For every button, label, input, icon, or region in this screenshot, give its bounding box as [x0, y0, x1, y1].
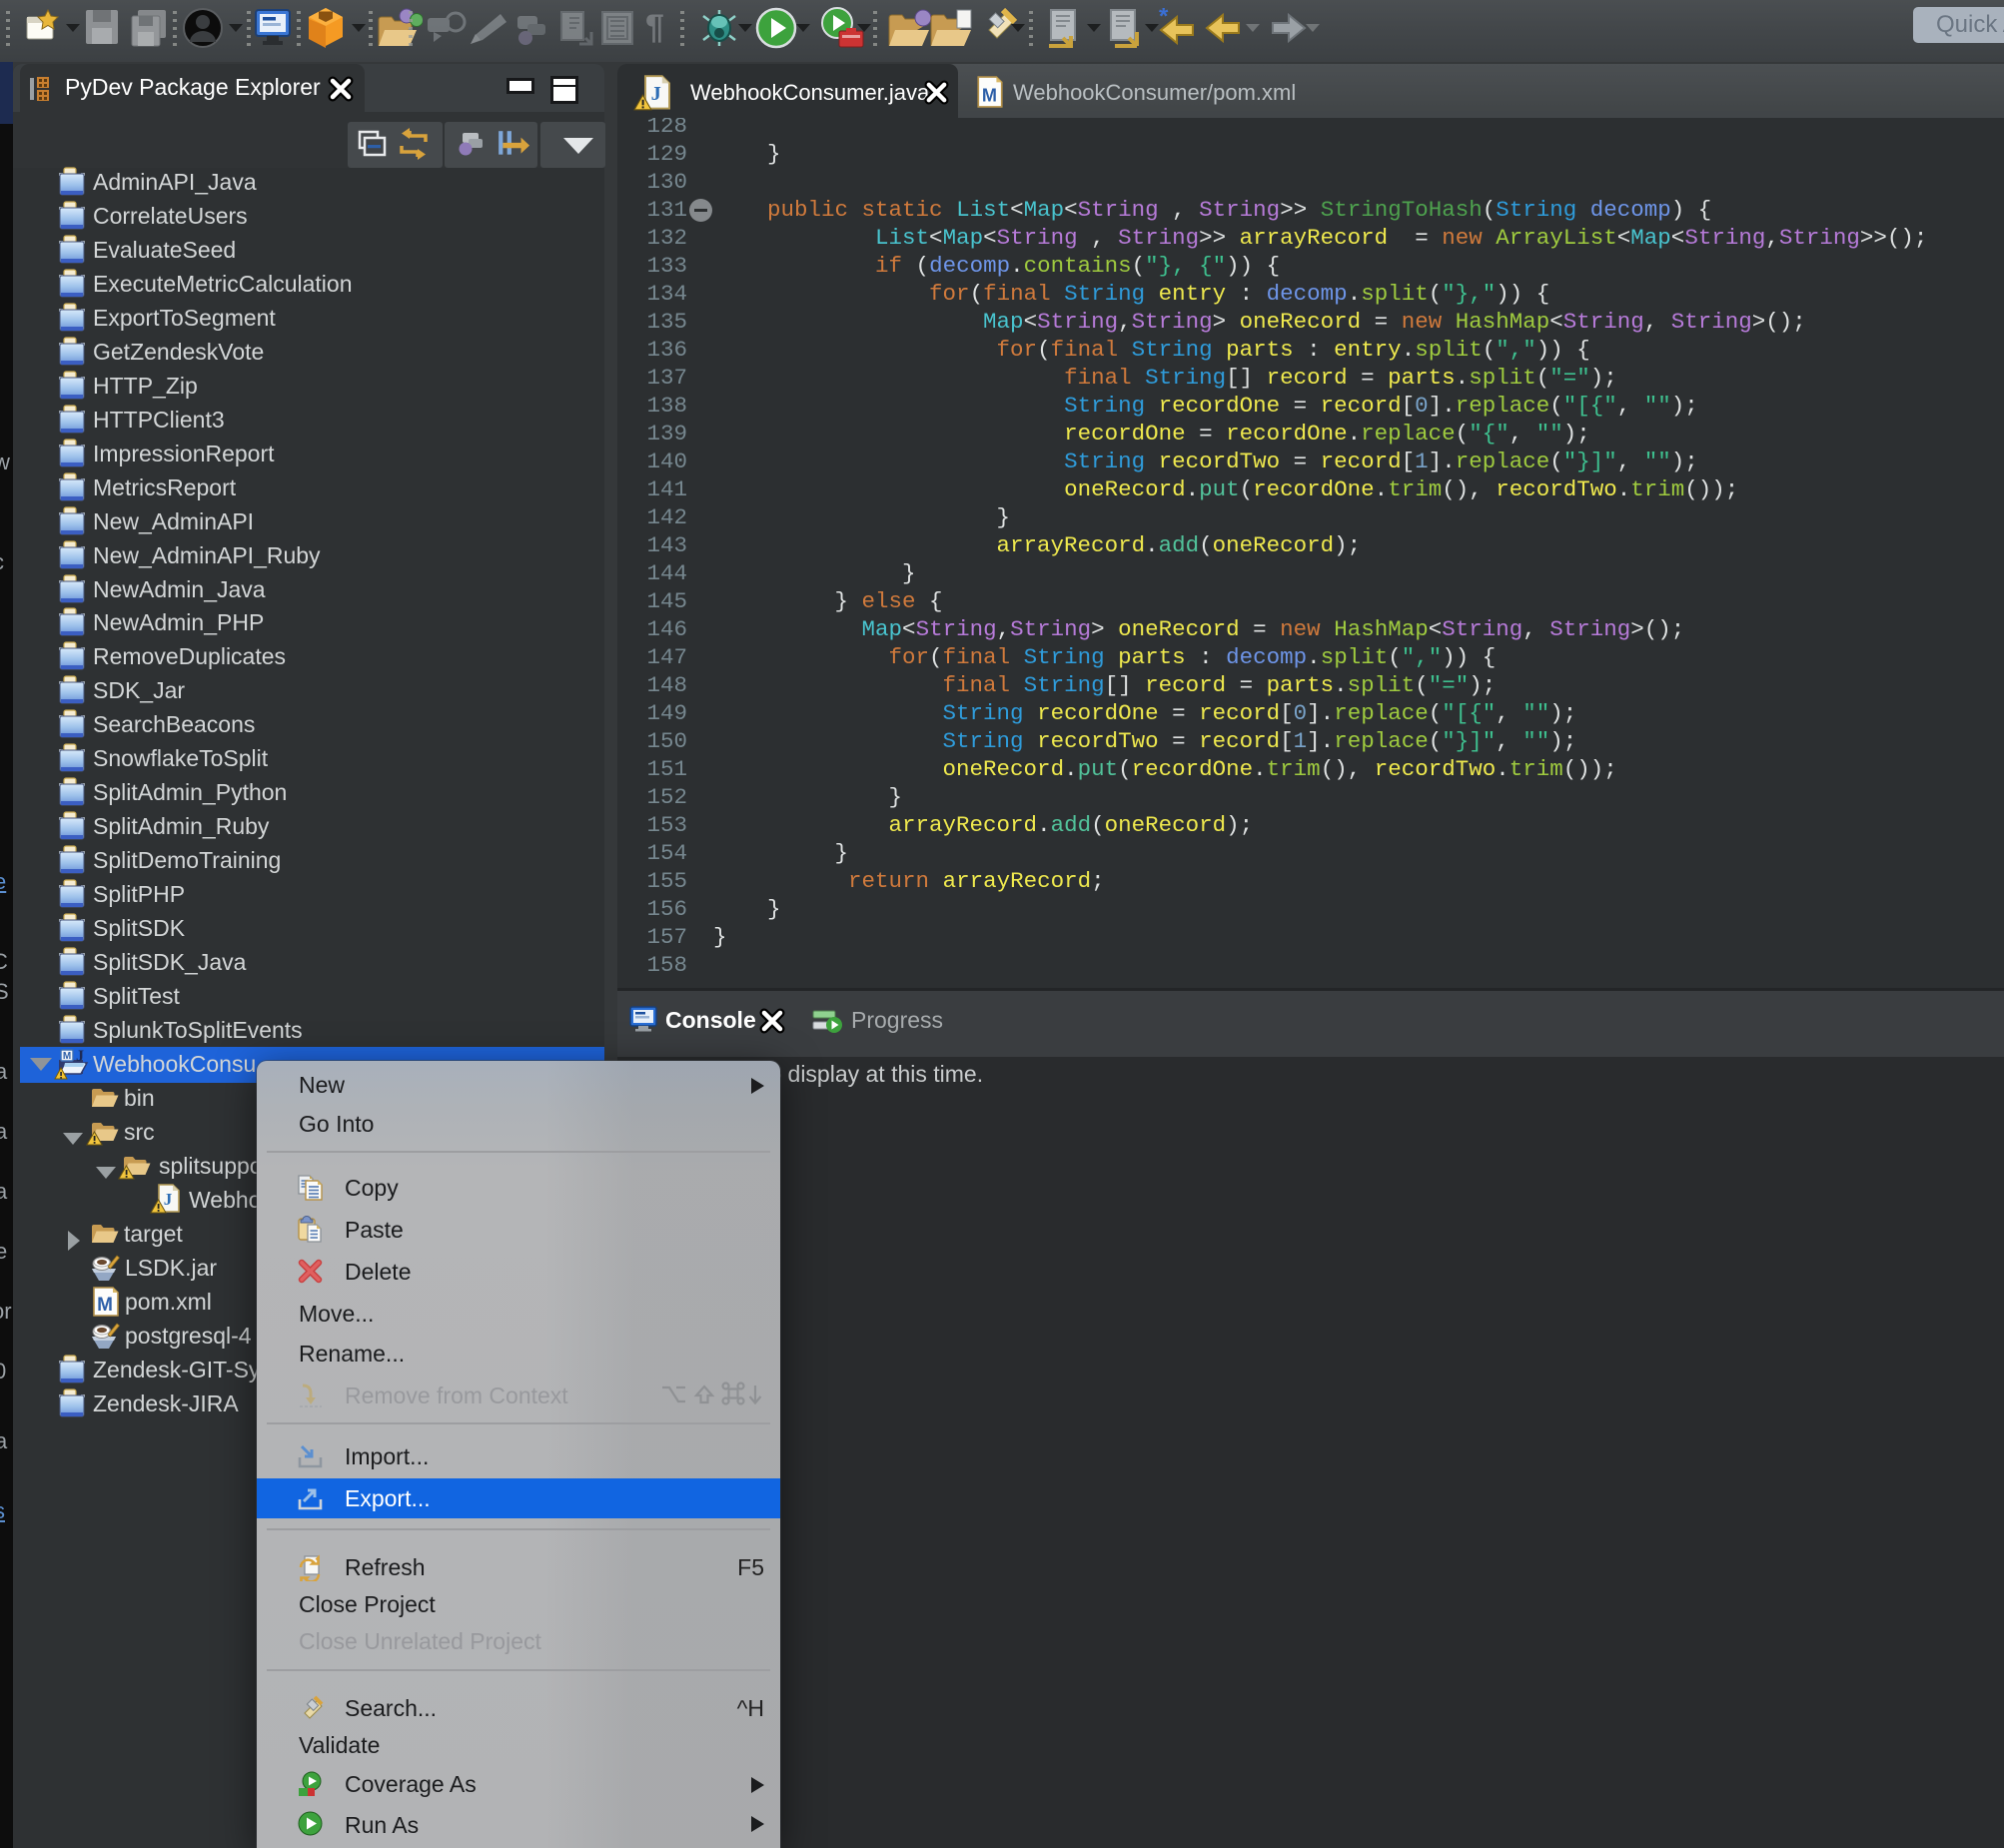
svg-text:M: M	[982, 86, 997, 106]
svg-text:*: *	[1159, 8, 1169, 30]
svg-text:M: M	[97, 1295, 113, 1316]
svg-text:J: J	[651, 83, 661, 105]
svg-text:M: M	[63, 1051, 71, 1062]
svg-text:J: J	[76, 1048, 84, 1065]
